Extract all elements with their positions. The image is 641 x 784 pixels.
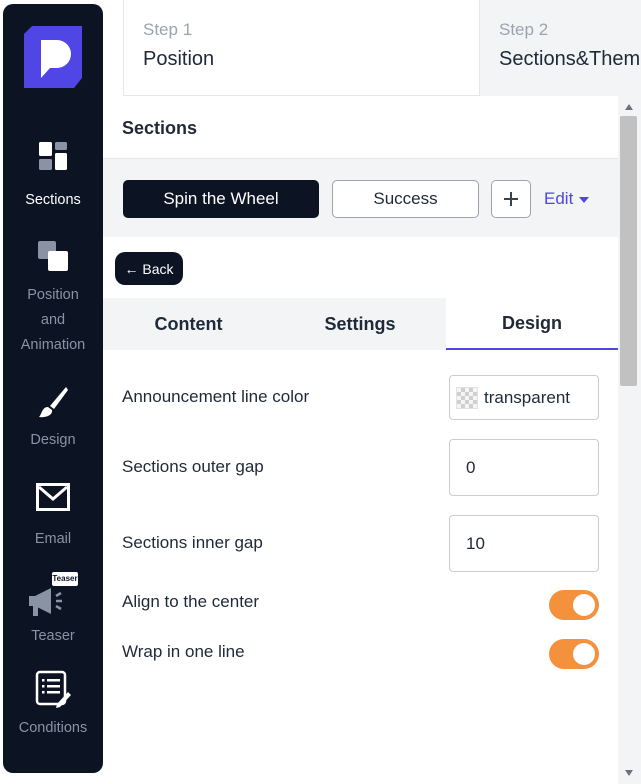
sidebar-item-label: Teaser (31, 628, 75, 644)
outer-gap-label: Sections outer gap (122, 457, 264, 476)
section-tab-success[interactable]: Success (332, 180, 479, 218)
step-title: Sections&Themes (499, 48, 641, 70)
sidebar-item-label: Sections (25, 192, 81, 208)
panel-header: Sections (103, 96, 618, 159)
color-value: transparent (484, 387, 570, 407)
sidebar-item-label: Conditions (18, 720, 88, 736)
step-number: Step 1 (143, 20, 193, 39)
sidebar-item-label: Animation (20, 337, 86, 353)
position-animation-icon (38, 241, 68, 271)
tab-settings[interactable]: Settings (274, 298, 446, 350)
scrollbar-thumb[interactable] (620, 116, 637, 386)
sections-icon (39, 142, 67, 170)
plus-icon (504, 192, 518, 206)
step-1-tab[interactable]: Step 1 Position (123, 0, 480, 96)
wrap-line-label: Wrap in one line (122, 642, 245, 661)
step-number: Step 2 (499, 20, 549, 39)
sidebar-item-sections[interactable]: Sections (3, 140, 103, 213)
announcement-color-label: Announcement line color (122, 387, 310, 406)
outer-gap-value: 0 (466, 457, 476, 477)
sidebar: Sections Position and Animation Design E… (3, 4, 103, 773)
scroll-up-icon[interactable] (625, 104, 633, 110)
section-tabs: Spin the Wheel Success Edit (103, 159, 618, 237)
section-tab-spin-the-wheel[interactable]: Spin the Wheel (123, 180, 319, 218)
align-center-toggle[interactable] (549, 590, 599, 620)
panel-title: Sections (122, 118, 198, 138)
caret-down-icon (579, 197, 590, 203)
sidebar-item-label: Email (34, 531, 72, 547)
sidebar-item-label: Design (30, 432, 76, 448)
announcement-color-picker[interactable]: transparent (449, 375, 599, 420)
megaphone-icon (29, 588, 62, 616)
tab-design[interactable]: Design (446, 298, 618, 350)
step-2-tab[interactable]: Step 2 Sections&Themes (480, 0, 641, 96)
back-button[interactable]: ← Back (115, 252, 183, 285)
editor-subtabs: Content Settings Design (103, 298, 618, 350)
panel-scrollbar[interactable] (618, 96, 641, 784)
inner-gap-label: Sections inner gap (122, 533, 263, 552)
wrap-line-toggle[interactable] (549, 639, 599, 669)
brush-icon (39, 387, 68, 418)
add-section-button[interactable] (491, 180, 531, 218)
scroll-down-icon[interactable] (625, 770, 633, 776)
app-logo-icon[interactable] (24, 26, 82, 88)
sidebar-item-design[interactable]: Design (3, 384, 103, 453)
sidebar-item-label: Position (27, 287, 79, 303)
sidebar-item-position-animation[interactable]: Position and Animation (3, 239, 103, 358)
sections-panel: Sections Spin the Wheel Success Edit ← B… (103, 96, 618, 784)
edit-dropdown[interactable]: Edit (544, 189, 590, 209)
sidebar-item-teaser[interactable]: Teaser Teaser (3, 572, 103, 649)
tab-content[interactable]: Content (103, 298, 274, 350)
outer-gap-input[interactable]: 0 (449, 439, 599, 496)
align-center-label: Align to the center (122, 592, 260, 611)
sidebar-item-conditions[interactable]: Conditions (3, 670, 103, 741)
toggle-knob (573, 643, 595, 665)
steps-header: Step 1 Position Step 2 Sections&Themes (103, 0, 641, 96)
conditions-icon (35, 670, 71, 708)
toggle-knob (573, 594, 595, 616)
edit-label: Edit (544, 189, 574, 208)
inner-gap-input[interactable]: 10 (449, 515, 599, 572)
envelope-icon (36, 483, 70, 511)
sidebar-item-email[interactable]: Email (3, 482, 103, 552)
sidebar-item-label: and (40, 312, 66, 328)
transparent-swatch-icon (456, 386, 478, 409)
inner-gap-value: 10 (466, 533, 485, 553)
step-title: Position (143, 48, 215, 70)
